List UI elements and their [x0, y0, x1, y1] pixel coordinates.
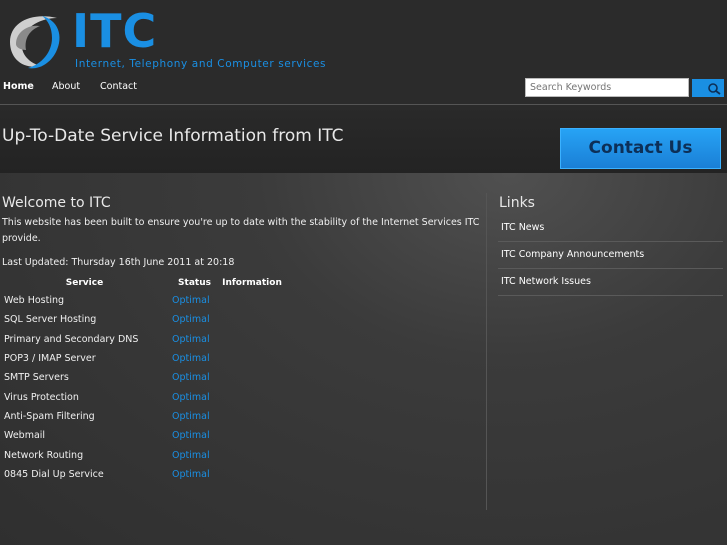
service-info — [222, 291, 282, 310]
site-logo[interactable]: ITC — [72, 4, 157, 58]
service-name: Virus Protection — [4, 391, 79, 403]
nav-about[interactable]: About — [52, 81, 80, 92]
table-row: POP3 / IMAP Server Optimal — [2, 349, 282, 368]
last-updated: Last Updated: Thursday 16th June 2011 at… — [2, 257, 235, 268]
service-name: Primary and Secondary DNS — [4, 333, 139, 345]
service-status: Optimal — [172, 295, 210, 307]
contact-us-button[interactable]: Contact Us — [560, 128, 721, 169]
service-status-table: Service Status Information Web Hosting O… — [2, 275, 282, 484]
search-input[interactable] — [525, 78, 689, 97]
table-row: SMTP Servers Optimal — [2, 368, 282, 387]
sidebar-item-company-announcements[interactable]: ITC Company Announcements — [498, 242, 723, 269]
service-info — [222, 330, 282, 349]
col-header-information: Information — [222, 278, 282, 288]
sidebar-item-network-issues[interactable]: ITC Network Issues — [498, 269, 723, 296]
nav-contact[interactable]: Contact — [100, 81, 137, 92]
table-row: Anti-Spam Filtering Optimal — [2, 407, 282, 426]
service-name: SQL Server Hosting — [4, 314, 97, 326]
search-button[interactable] — [692, 79, 724, 97]
service-info — [222, 368, 282, 387]
service-name: Anti-Spam Filtering — [4, 410, 95, 422]
table-row: 0845 Dial Up Service Optimal — [2, 465, 282, 484]
service-name: Webmail — [4, 430, 46, 442]
sidebar-links: ITC News ITC Company Announcements ITC N… — [498, 215, 723, 296]
service-name: Network Routing — [4, 449, 84, 461]
service-info — [222, 310, 282, 329]
page-title: Welcome to ITC — [2, 195, 111, 211]
service-status: Optimal — [172, 410, 210, 422]
sidebar-title: Links — [499, 195, 535, 211]
table-row: Web Hosting Optimal — [2, 291, 282, 310]
service-status: Optimal — [172, 372, 210, 384]
service-info — [222, 426, 282, 445]
service-name: Web Hosting — [4, 295, 65, 307]
intro-text: This website has been built to ensure yo… — [2, 217, 480, 244]
table-row: Virus Protection Optimal — [2, 387, 282, 406]
service-status: Optimal — [172, 391, 210, 403]
nav-home[interactable]: Home — [3, 81, 34, 92]
col-header-service: Service — [65, 278, 104, 288]
search-icon — [708, 83, 721, 95]
service-info — [222, 349, 282, 368]
service-info — [222, 445, 282, 464]
col-header-status: Status — [178, 278, 211, 288]
service-info — [222, 407, 282, 426]
table-row: Network Routing Optimal — [2, 445, 282, 464]
service-status: Optimal — [172, 333, 210, 345]
site-tagline: Internet, Telephony and Computer service… — [75, 58, 327, 70]
sidebar-item-itc-news[interactable]: ITC News — [498, 215, 723, 242]
service-info — [222, 465, 282, 484]
service-name: 0845 Dial Up Service — [4, 468, 104, 480]
service-status: Optimal — [172, 314, 210, 326]
table-row: Primary and Secondary DNS Optimal — [2, 330, 282, 349]
table-row: Webmail Optimal — [2, 426, 282, 445]
service-info — [222, 387, 282, 406]
banner-title: Up-To-Date Service Information from ITC — [2, 126, 344, 146]
site-header: ITC Internet, Telephony and Computer ser… — [0, 0, 727, 105]
table-row: SQL Server Hosting Optimal — [2, 310, 282, 329]
table-header-row: Service Status Information — [2, 275, 282, 291]
service-status: Optimal — [172, 430, 210, 442]
service-status: Optimal — [172, 468, 210, 480]
itc-logo-mark — [10, 16, 60, 69]
service-status: Optimal — [172, 449, 210, 461]
service-name: POP3 / IMAP Server — [4, 353, 96, 365]
service-status: Optimal — [172, 353, 210, 365]
service-name: SMTP Servers — [4, 372, 69, 384]
column-divider — [486, 193, 487, 510]
